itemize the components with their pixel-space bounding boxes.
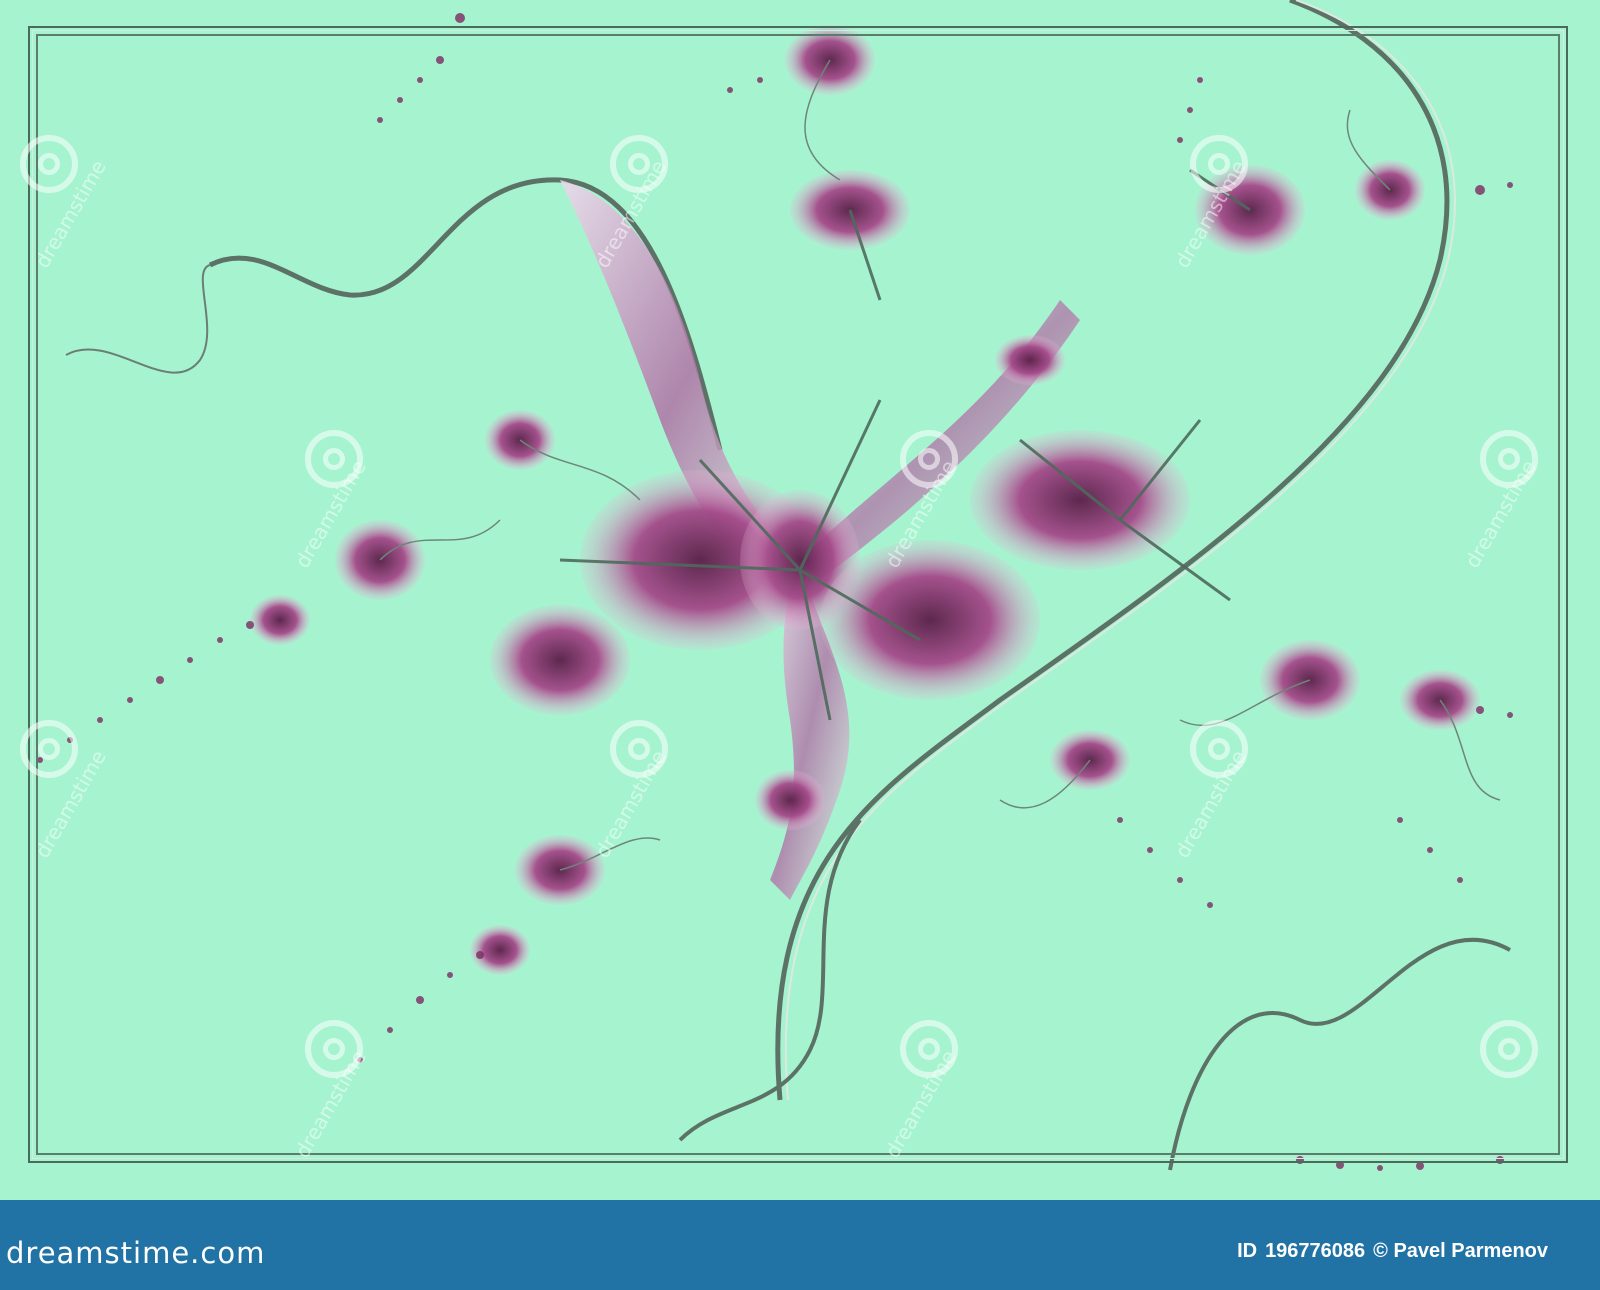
footer-credit: ID 196776086 © Pavel Parmenov — [1237, 1240, 1556, 1263]
frame-border-inner — [36, 34, 1560, 1155]
id-value: 196776086 — [1265, 1240, 1366, 1262]
footer-logo[interactable]: dreamstime.com — [6, 1236, 265, 1270]
fractal-artwork: dreamstime dreamstime dreamstime dreamst… — [0, 0, 1600, 1200]
author-credit: © Pavel Parmenov — [1373, 1240, 1548, 1262]
spiral-icon — [20, 720, 78, 778]
spiral-icon — [1480, 1020, 1538, 1078]
id-label: ID — [1237, 1240, 1258, 1262]
spiral-icon — [20, 135, 78, 193]
